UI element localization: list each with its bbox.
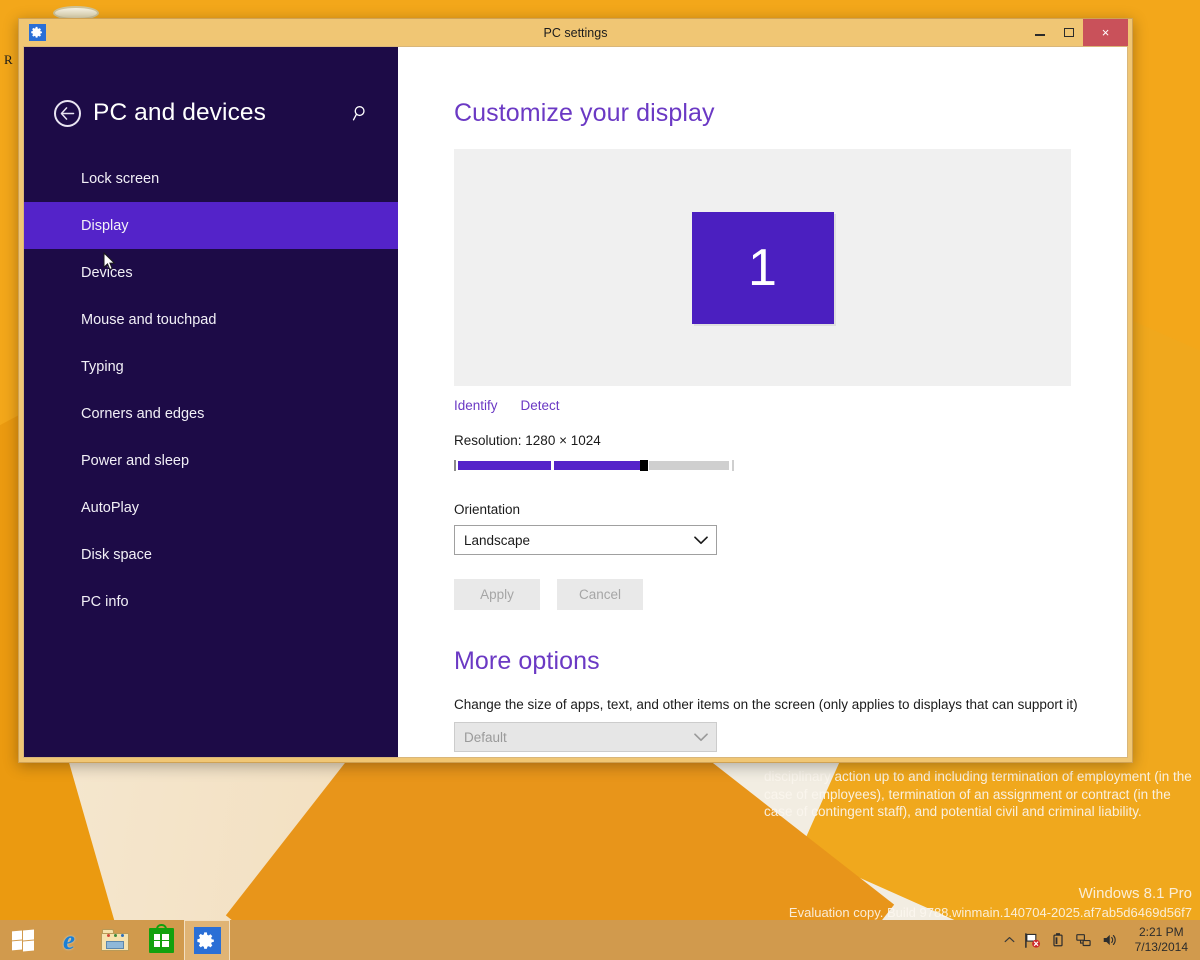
window-body: PC and devices Lock screen Display Devic… (23, 46, 1128, 758)
monitor-tile[interactable]: 1 (692, 212, 834, 324)
search-icon[interactable] (348, 100, 374, 126)
watermark-edition: Windows 8.1 Pro (789, 884, 1192, 904)
sidebar-item-typing[interactable]: Typing (24, 343, 398, 390)
taskbar-internet-explorer[interactable]: e (46, 920, 92, 960)
content-heading: Customize your display (454, 99, 1127, 128)
sidebar-nav-list: Lock screen Display Devices Mouse and to… (24, 155, 398, 625)
detect-link[interactable]: Detect (521, 398, 560, 413)
window-titlebar[interactable]: PC settings × (23, 19, 1128, 46)
start-button[interactable] (0, 920, 46, 960)
sidebar-item-mouse-and-touchpad[interactable]: Mouse and touchpad (24, 296, 398, 343)
store-bag-icon (149, 928, 174, 953)
sidebar-item-pc-info[interactable]: PC info (24, 578, 398, 625)
sidebar-item-lock-screen[interactable]: Lock screen (24, 155, 398, 202)
scale-description: Change the size of apps, text, and other… (454, 697, 1127, 712)
resolution-slider-thumb[interactable] (640, 460, 648, 471)
minimize-button[interactable] (1025, 19, 1054, 46)
sidebar-item-autoplay[interactable]: AutoPlay (24, 484, 398, 531)
desktop-policy-notice: disciplinary action up to and including … (764, 768, 1194, 821)
sidebar-item-corners-and-edges[interactable]: Corners and edges (24, 390, 398, 437)
edge-glyph: R (4, 52, 13, 68)
clock-time: 2:21 PM (1135, 925, 1188, 940)
sidebar-item-label: Display (81, 218, 129, 234)
maximize-button[interactable] (1054, 19, 1083, 46)
identify-link[interactable]: Identify (454, 398, 498, 413)
clock-date: 7/13/2014 (1135, 940, 1188, 955)
internet-explorer-icon: e (63, 927, 75, 954)
scale-value: Default (464, 730, 507, 745)
mouse-cursor (103, 252, 116, 271)
sidebar-item-label: Mouse and touchpad (81, 312, 216, 328)
taskbar-pc-settings[interactable] (184, 920, 230, 960)
sidebar-item-label: AutoPlay (81, 500, 139, 516)
window-controls: × (1025, 19, 1128, 46)
chevron-down-icon (694, 536, 708, 545)
back-arrow-icon[interactable] (54, 100, 81, 127)
taskbar-store[interactable] (138, 920, 184, 960)
system-tray: 2:21 PM 7/13/2014 (1004, 920, 1200, 960)
desktop: R disciplinary action up to and includin… (0, 0, 1200, 960)
sidebar-item-label: Disk space (81, 547, 152, 563)
close-button[interactable]: × (1083, 19, 1128, 46)
window-title: PC settings (23, 26, 1128, 40)
more-options-heading: More options (454, 647, 1127, 676)
folder-icon (101, 929, 129, 951)
taskbar-clock[interactable]: 2:21 PM 7/13/2014 (1127, 925, 1194, 955)
action-center-flag-icon[interactable] (1024, 932, 1041, 949)
display-action-links: Identify Detect (454, 398, 1127, 413)
sidebar-item-label: Corners and edges (81, 406, 204, 422)
orientation-label: Orientation (454, 502, 1127, 517)
orientation-value: Landscape (464, 533, 530, 548)
scale-select[interactable]: Default (454, 722, 717, 752)
resolution-label: Resolution: 1280 × 1024 (454, 433, 1127, 448)
orientation-select[interactable]: Landscape (454, 525, 717, 555)
sidebar-item-disk-space[interactable]: Disk space (24, 531, 398, 578)
settings-sidebar: PC and devices Lock screen Display Devic… (24, 47, 398, 757)
volume-icon[interactable] (1101, 932, 1118, 948)
taskbar-file-explorer[interactable] (92, 920, 138, 960)
show-hidden-icons-button[interactable] (1004, 936, 1015, 944)
windows-watermark: Windows 8.1 Pro Evaluation copy. Build 9… (789, 884, 1192, 922)
sidebar-header: PC and devices (24, 47, 398, 127)
gear-icon (194, 927, 221, 954)
battery-icon[interactable] (1050, 932, 1066, 948)
chevron-down-icon (694, 733, 708, 742)
windows-logo-icon (12, 930, 34, 950)
sidebar-item-label: Typing (81, 359, 124, 375)
form-actions: Apply Cancel (454, 579, 1127, 610)
pc-settings-window: PC settings × PC and devices (18, 18, 1133, 763)
sidebar-item-power-and-sleep[interactable]: Power and sleep (24, 437, 398, 484)
resolution-slider[interactable] (454, 460, 735, 471)
apply-button[interactable]: Apply (454, 579, 540, 610)
network-icon[interactable] (1075, 932, 1092, 948)
sidebar-item-label: Lock screen (81, 171, 159, 187)
sidebar-item-label: Power and sleep (81, 453, 189, 469)
page-title: PC and devices (93, 99, 266, 127)
sidebar-item-display[interactable]: Display (24, 202, 398, 249)
sidebar-item-label: PC info (81, 594, 129, 610)
display-preview[interactable]: 1 (454, 149, 1071, 386)
settings-content-pane: Customize your display 1 Identify Detect… (398, 47, 1127, 757)
taskbar: e (0, 920, 1200, 960)
taskbar-buttons: e (0, 920, 230, 960)
cancel-button[interactable]: Cancel (557, 579, 643, 610)
sidebar-item-devices[interactable]: Devices (24, 249, 398, 296)
